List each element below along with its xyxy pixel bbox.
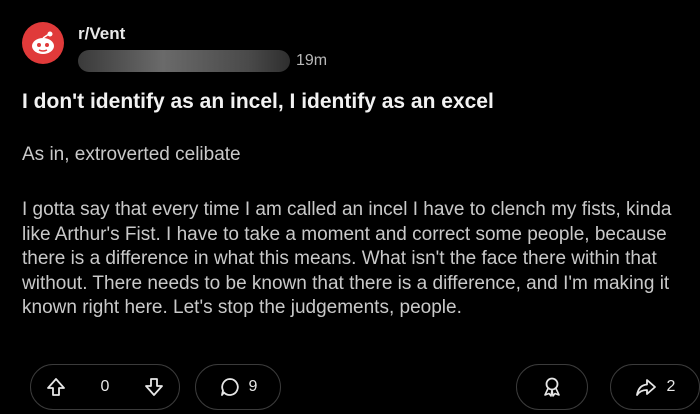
share-count: 2 [666,378,676,395]
comment-bubble-icon [219,376,241,398]
post-subtitle: As in, extroverted celibate [22,144,241,165]
award-icon [540,375,564,399]
redacted-username [78,50,290,72]
vote-control: 0 [30,364,180,410]
award-button[interactable] [516,364,588,410]
share-button[interactable]: 2 [610,364,700,410]
upvote-arrow-icon[interactable] [45,376,67,398]
downvote-arrow-icon[interactable] [143,376,165,398]
subreddit-avatar-icon[interactable] [22,22,64,64]
post-body: I gotta say that every time I am called … [22,199,672,318]
share-arrow-icon [635,376,657,398]
post-header: r/Vent 19m [22,22,327,72]
comments-button[interactable]: 9 [195,364,281,410]
comment-count: 9 [248,378,258,395]
post-time: 19m [296,52,328,69]
subreddit-name[interactable]: r/Vent [78,24,327,44]
post-title[interactable]: I don't identify as an incel, I identify… [22,90,494,114]
post-actions-bar: 0 9 2 [20,364,700,410]
vote-count: 0 [100,378,110,395]
